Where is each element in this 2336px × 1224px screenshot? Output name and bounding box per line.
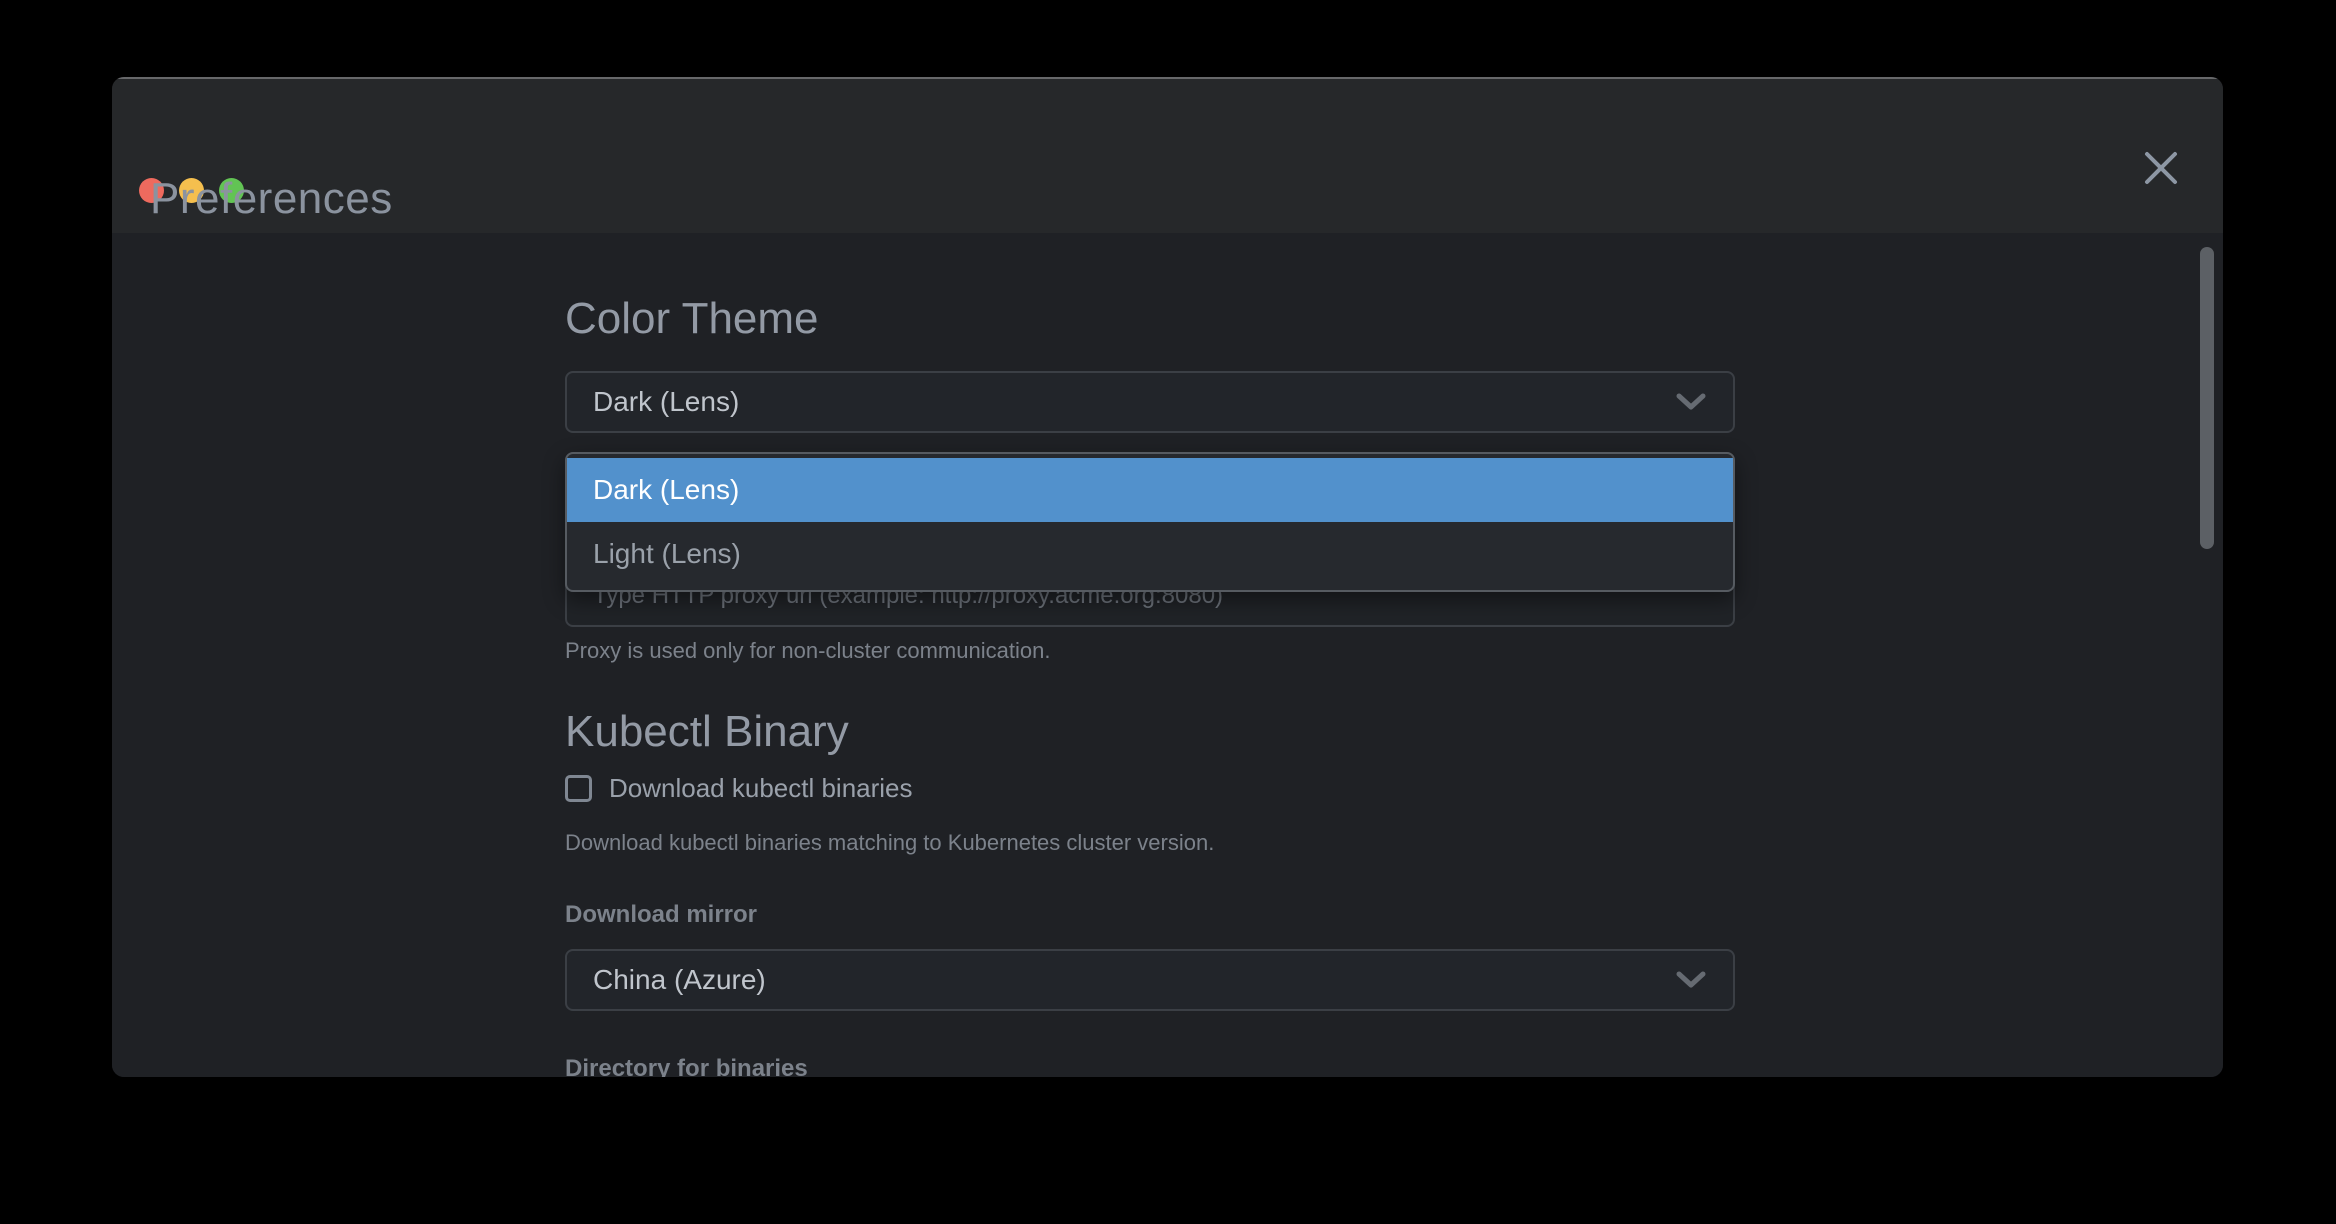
- download-kubectl-checkbox-row[interactable]: Download kubectl binaries: [565, 773, 1735, 804]
- color-theme-heading: Color Theme: [565, 293, 1735, 345]
- scrollbar-thumb[interactable]: [2200, 247, 2214, 549]
- download-mirror-select-value: China (Azure): [593, 964, 1675, 996]
- color-theme-select[interactable]: Dark (Lens): [565, 371, 1735, 433]
- color-theme-select-value: Dark (Lens): [593, 386, 1675, 418]
- preferences-scroll-area: Color Theme Dark (Lens) Dark (Lens) Ligh…: [112, 233, 2223, 1077]
- close-icon: [2142, 149, 2180, 190]
- chevron-down-icon: [1675, 392, 1707, 412]
- download-mirror-select[interactable]: China (Azure): [565, 949, 1735, 1011]
- directory-for-binaries-label: Directory for binaries: [565, 1055, 1735, 1077]
- color-theme-dropdown-menu: Dark (Lens) Light (Lens): [565, 452, 1735, 592]
- dropdown-option-light-lens[interactable]: Light (Lens): [567, 522, 1733, 586]
- dropdown-option-dark-lens[interactable]: Dark (Lens): [567, 458, 1733, 522]
- download-mirror-label: Download mirror: [565, 901, 1735, 929]
- close-button[interactable]: [2131, 139, 2191, 199]
- titlebar: Preferences: [112, 77, 2223, 233]
- page-title: Preferences: [150, 173, 393, 225]
- preferences-window: Preferences Color Theme Dark (Lens) Dark…: [112, 77, 2223, 1077]
- kubectl-helper-text: Download kubectl binaries matching to Ku…: [565, 829, 1735, 857]
- kubectl-binary-heading: Kubectl Binary: [565, 706, 1735, 758]
- download-kubectl-checkbox[interactable]: [565, 775, 592, 802]
- proxy-helper-text: Proxy is used only for non-cluster commu…: [565, 637, 1735, 665]
- download-kubectl-checkbox-label: Download kubectl binaries: [609, 773, 913, 804]
- chevron-down-icon: [1675, 970, 1707, 990]
